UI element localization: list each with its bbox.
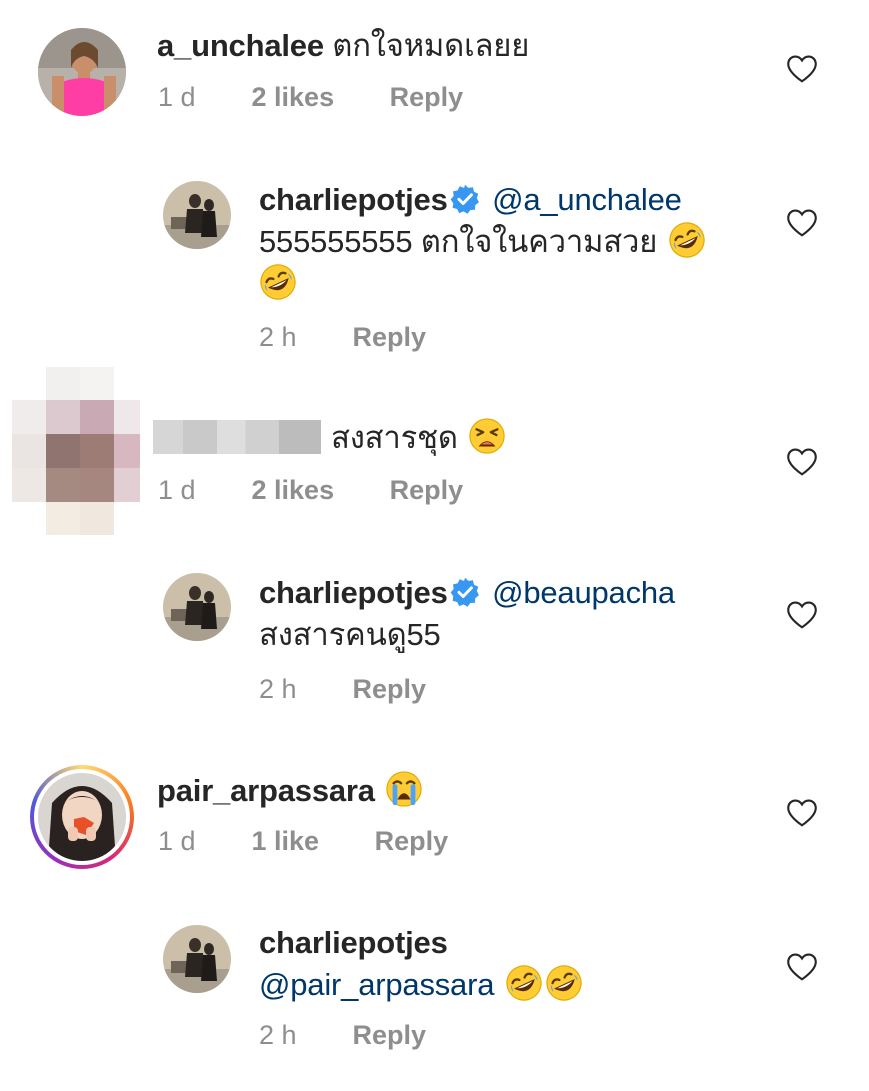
reply-button[interactable]: Reply	[353, 1020, 427, 1051]
avatar[interactable]	[38, 773, 126, 861]
heart-outline-icon[interactable]	[787, 209, 817, 237]
mention-link[interactable]: @a_unchalee	[492, 182, 682, 217]
comment-time: 1 d	[158, 82, 196, 112]
reply-button[interactable]: Reply	[375, 826, 449, 857]
heart-outline-icon[interactable]	[787, 448, 817, 476]
avatar-photo	[163, 925, 231, 993]
avatar-photo	[163, 573, 231, 641]
comment-meta: 2 h Reply	[259, 674, 426, 705]
rolling-on-floor-laughing-emoji	[668, 221, 706, 259]
blurred-username[interactable]	[153, 420, 321, 454]
comment-username[interactable]: a_unchalee	[157, 28, 324, 63]
rolling-on-floor-laughing-emoji	[545, 964, 583, 1002]
reply-button[interactable]: Reply	[353, 322, 427, 353]
heart-outline-icon[interactable]	[787, 953, 817, 981]
comment-text: 555555555 ตกใจในความสวย	[259, 224, 658, 259]
comment-meta: 2 h Reply	[259, 1020, 426, 1051]
comment-meta: 1 d 2 likes Reply	[158, 475, 463, 506]
comment-text: สงสารคนดู55	[259, 617, 441, 652]
reply-button[interactable]: Reply	[353, 674, 427, 705]
comment-meta: 1 d 1 like Reply	[158, 826, 448, 857]
avatar[interactable]	[163, 573, 231, 641]
heart-outline-icon[interactable]	[787, 799, 817, 827]
verified-badge-icon	[450, 184, 480, 214]
comment-text: สงสารชุด	[331, 420, 458, 455]
comment-meta: 2 h Reply	[259, 322, 426, 353]
heart-outline-icon[interactable]	[787, 601, 817, 629]
comment-body: charliepotjes @a_unchalee 555555555 ตกใจ…	[259, 179, 759, 305]
comment-likes[interactable]: 2 likes	[252, 82, 335, 113]
comment-likes[interactable]: 2 likes	[252, 475, 335, 506]
comment-time: 2 h	[259, 1020, 297, 1050]
mention-link[interactable]: @beaupacha	[492, 575, 675, 610]
avatar[interactable]	[163, 181, 231, 249]
comment-username[interactable]: charliepotjes	[259, 182, 448, 217]
rolling-on-floor-laughing-emoji	[505, 964, 543, 1002]
comment-likes[interactable]: 1 like	[252, 826, 320, 857]
comment-body: charliepotjes @pair_arpassara	[259, 922, 759, 1006]
story-ring[interactable]	[30, 765, 134, 869]
comment-time: 1 d	[158, 826, 196, 856]
comment-username[interactable]: pair_arpassara	[157, 773, 375, 808]
heart-outline-icon[interactable]	[787, 55, 817, 83]
comment-time: 2 h	[259, 322, 297, 352]
comment-username[interactable]: charliepotjes	[259, 925, 448, 960]
comment-username[interactable]: charliepotjes	[259, 575, 448, 610]
verified-badge-icon	[450, 577, 480, 607]
loudly-crying-face-emoji	[385, 770, 423, 808]
avatar[interactable]	[163, 925, 231, 993]
reply-button[interactable]: Reply	[390, 475, 464, 506]
avatar-photo	[38, 773, 126, 861]
comment-body: a_unchalee ตกใจหมดเลยย	[157, 25, 717, 67]
comment-meta: 1 d 2 likes Reply	[158, 82, 463, 113]
comment-body: charliepotjes @beaupacha สงสารคนดู55	[259, 572, 759, 656]
avatar-photo	[163, 181, 231, 249]
weary-face-emoji	[468, 417, 506, 455]
comment-body: สงสารชุด	[153, 417, 713, 459]
comment-text: ตกใจหมดเลยย	[332, 28, 530, 63]
avatar-photo	[38, 28, 126, 116]
rolling-on-floor-laughing-emoji	[259, 263, 297, 301]
comment-time: 2 h	[259, 674, 297, 704]
comment-time: 1 d	[158, 475, 196, 505]
comment-body: pair_arpassara	[157, 770, 717, 812]
mention-link[interactable]: @pair_arpassara	[259, 967, 494, 1002]
avatar-pixelated[interactable]	[12, 367, 140, 535]
pixelated-avatar-image	[12, 367, 140, 535]
reply-button[interactable]: Reply	[390, 82, 464, 113]
avatar[interactable]	[38, 28, 126, 116]
